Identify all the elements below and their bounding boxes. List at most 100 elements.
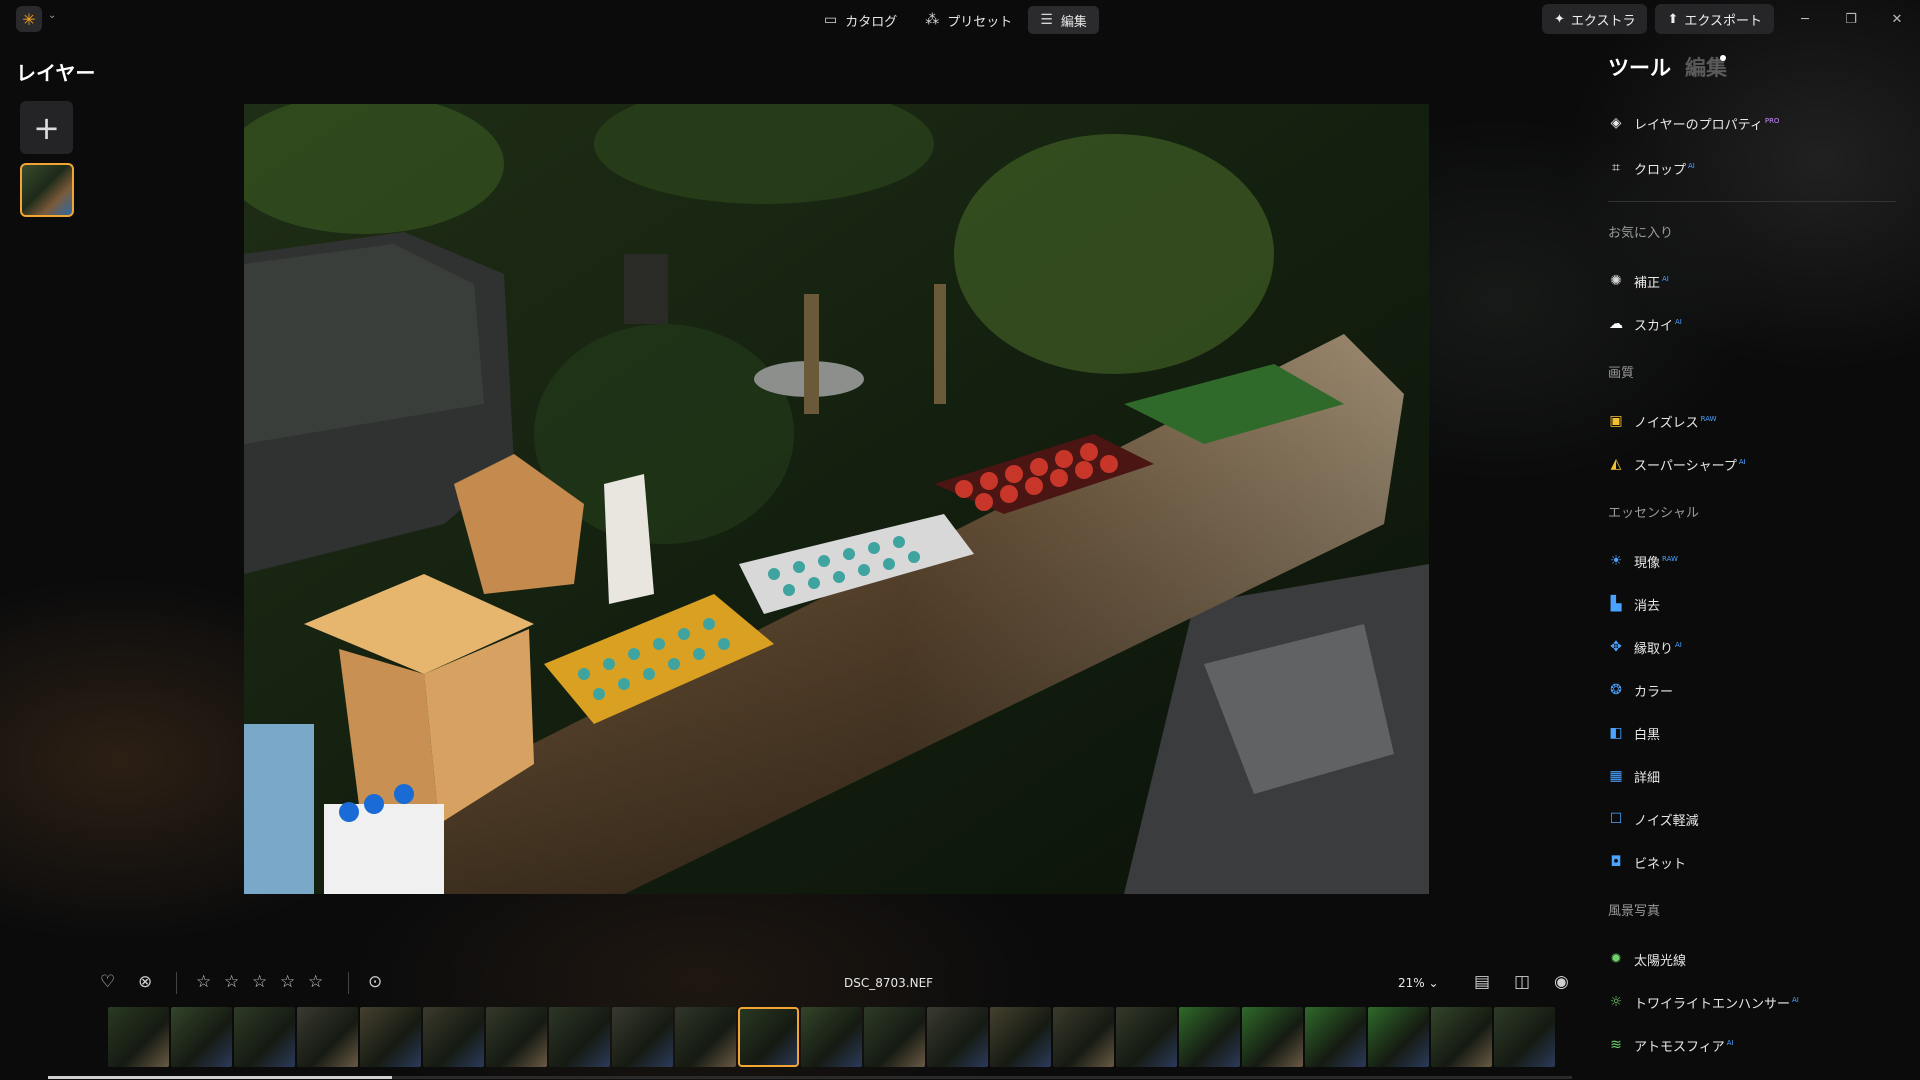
spark-icon: ✺ [1610, 273, 1622, 289]
tool-item[interactable]: ❂ カラー [1608, 679, 1673, 701]
section-title: 画質 [1608, 366, 1635, 381]
photo-rendering [244, 104, 1429, 894]
upload-icon: ⬆ [1667, 11, 1679, 27]
tab-tools[interactable]: ツール [1608, 52, 1671, 82]
layer-thumbnail[interactable] [20, 163, 74, 217]
tool-item[interactable]: ▦ 詳細 [1608, 765, 1660, 787]
star-icon[interactable]: ☆ [252, 972, 267, 992]
tool-label: 白黒 [1634, 727, 1661, 743]
filmstrip-thumbnail[interactable] [1116, 1007, 1177, 1067]
tool-item[interactable]: ☀ 現像 RAW [1608, 550, 1678, 572]
section-title: 風景写真 [1608, 904, 1661, 919]
filmstrip-thumbnail[interactable] [1494, 1007, 1555, 1067]
chevron-down-icon[interactable]: ⌄ [48, 10, 56, 21]
filmstrip-thumbnail[interactable] [360, 1007, 421, 1067]
tab-catalog-label: カタログ [845, 14, 898, 30]
filmstrip-thumbnail[interactable] [1242, 1007, 1303, 1067]
main-photo[interactable] [244, 104, 1429, 894]
crop-icon: ⌗ [1612, 160, 1620, 176]
add-layer-button[interactable]: + [20, 101, 73, 154]
close-icon[interactable]: ✕ [1874, 4, 1920, 34]
filmstrip-thumbnail[interactable] [738, 1007, 799, 1067]
filmstrip-thumbnail[interactable] [108, 1007, 169, 1067]
tool-item[interactable]: ▙ 消去 [1608, 593, 1660, 615]
folder-icon: ▭ [824, 12, 838, 28]
filmstrip-thumbnail[interactable] [297, 1007, 358, 1067]
extras-label: エクストラ [1570, 13, 1636, 29]
filmstrip-thumbnail[interactable] [1053, 1007, 1114, 1067]
filmstrip-thumbnail[interactable] [486, 1007, 547, 1067]
tool-item[interactable]: ☁ スカイ AI [1608, 313, 1682, 335]
filmstrip-thumbnail[interactable] [1179, 1007, 1240, 1067]
more-options-icon[interactable]: ⊙ [368, 972, 382, 992]
tool-label: レイヤーのプロパティ PRO [1634, 117, 1780, 133]
tab-catalog[interactable]: ▭ カタログ [812, 6, 909, 34]
filmstrip-thumbnail[interactable] [801, 1007, 862, 1067]
tool-item[interactable]: ✺ 補正 AI [1608, 270, 1669, 292]
tool-item[interactable]: ✹ 太陽光線 [1608, 948, 1686, 970]
filmstrip-thumbnail[interactable] [612, 1007, 673, 1067]
filmstrip-thumbnail[interactable] [1305, 1007, 1366, 1067]
tab-presets[interactable]: ⁂ プリセット [913, 6, 1024, 34]
tool-label: 消去 [1634, 598, 1661, 614]
heart-icon[interactable]: ♡ [100, 972, 115, 992]
filmstrip-thumbnail[interactable] [1431, 1007, 1492, 1067]
tool-item[interactable]: ◧ 白黒 [1608, 722, 1660, 744]
layers-title: レイヤー [16, 61, 96, 85]
filmstrip-toggle-icon[interactable]: ▤ [1474, 972, 1490, 992]
minimize-icon[interactable]: ─ [1782, 4, 1828, 34]
section-title: お気に入り [1608, 226, 1674, 241]
reject-icon[interactable]: ⊗ [138, 972, 152, 992]
filmstrip-thumbnail[interactable] [234, 1007, 295, 1067]
tab-edit[interactable]: ☰ 編集 [1028, 6, 1099, 34]
half-square-icon: ◧ [1609, 725, 1623, 741]
restore-icon[interactable]: ❐ [1828, 4, 1874, 34]
main-nav-tabs: ▭ カタログ ⁂ プリセット ☰ 編集 [812, 6, 1099, 34]
top-bar: ✳ ⌄ ▭ カタログ ⁂ プリセット ☰ 編集 ✦ エクストラ ⬆ エクスポート… [0, 0, 1920, 38]
filmstrip-thumbnail[interactable] [990, 1007, 1051, 1067]
filmstrip-thumbnail[interactable] [675, 1007, 736, 1067]
filmstrip-thumbnail[interactable] [1368, 1007, 1429, 1067]
filmstrip-thumbnail[interactable] [423, 1007, 484, 1067]
tool-item[interactable]: ✥ 縁取り AI [1608, 636, 1682, 658]
tool-item[interactable]: ▣ ノイズレス RAW [1608, 410, 1716, 432]
compare-icon[interactable]: ◫ [1514, 972, 1530, 992]
star-icon[interactable]: ☆ [196, 972, 211, 992]
export-button[interactable]: ⬆ エクスポート [1655, 4, 1774, 34]
divider [348, 972, 349, 994]
tool-item[interactable]: ☐ ノイズ軽減 [1608, 808, 1699, 830]
filmstrip-thumbnail[interactable] [171, 1007, 232, 1067]
tool-layer-properties[interactable]: ◈ レイヤーのプロパティ PRO [1608, 112, 1780, 134]
tab-edit-label: 編集 [1060, 14, 1087, 30]
filmstrip-thumbnail[interactable] [549, 1007, 610, 1067]
extras-button[interactable]: ✦ エクストラ [1541, 4, 1648, 34]
bottom-toolbar: ♡ ⊗ ☆ ☆ ☆ ☆ ☆ ⊙ ▤ ◫ ◉ [0, 964, 1590, 1002]
filmstrip-thumbnail[interactable] [864, 1007, 925, 1067]
filmstrip [108, 1007, 1576, 1067]
chevron-down-icon: ⌄ [1428, 976, 1439, 990]
unsaved-dot-indicator [1720, 55, 1726, 61]
tool-item[interactable]: ☼ トワイライトエンハンサー AI [1608, 991, 1799, 1013]
tool-crop[interactable]: ⌗ クロップ AI [1608, 157, 1695, 179]
star-icon[interactable]: ☆ [224, 972, 239, 992]
filmstrip-thumbnail[interactable] [927, 1007, 988, 1067]
tool-label: ビネット [1634, 856, 1687, 872]
star-icon[interactable]: ☆ [308, 972, 323, 992]
star-icon[interactable]: ☆ [280, 972, 295, 992]
divider [176, 972, 177, 994]
tool-item[interactable]: ◘ ビネット [1608, 851, 1686, 873]
tool-item[interactable]: ≋ アトモスフィア AI [1608, 1034, 1733, 1056]
eye-icon[interactable]: ◉ [1554, 972, 1569, 992]
tool-label: ノイズ軽減 [1634, 813, 1699, 829]
right-panel-divider [1608, 201, 1896, 202]
tab-presets-label: プリセット [947, 14, 1013, 30]
section-title: エッセンシャル [1608, 506, 1700, 521]
vignette-icon: ◘ [1610, 854, 1622, 870]
tool-label: スカイ AI [1634, 318, 1682, 334]
tool-item[interactable]: ◭ スーパーシャープ AI [1608, 453, 1746, 475]
app-logo-icon[interactable]: ✳ [16, 6, 42, 32]
zoom-selector[interactable]: 21% ⌄ [1398, 976, 1439, 990]
filmstrip-scroll-thumb[interactable] [48, 1076, 392, 1079]
tool-label: トワイライトエンハンサー AI [1634, 996, 1799, 1012]
right-panel-tabs: ツール 編集 [1608, 52, 1727, 82]
